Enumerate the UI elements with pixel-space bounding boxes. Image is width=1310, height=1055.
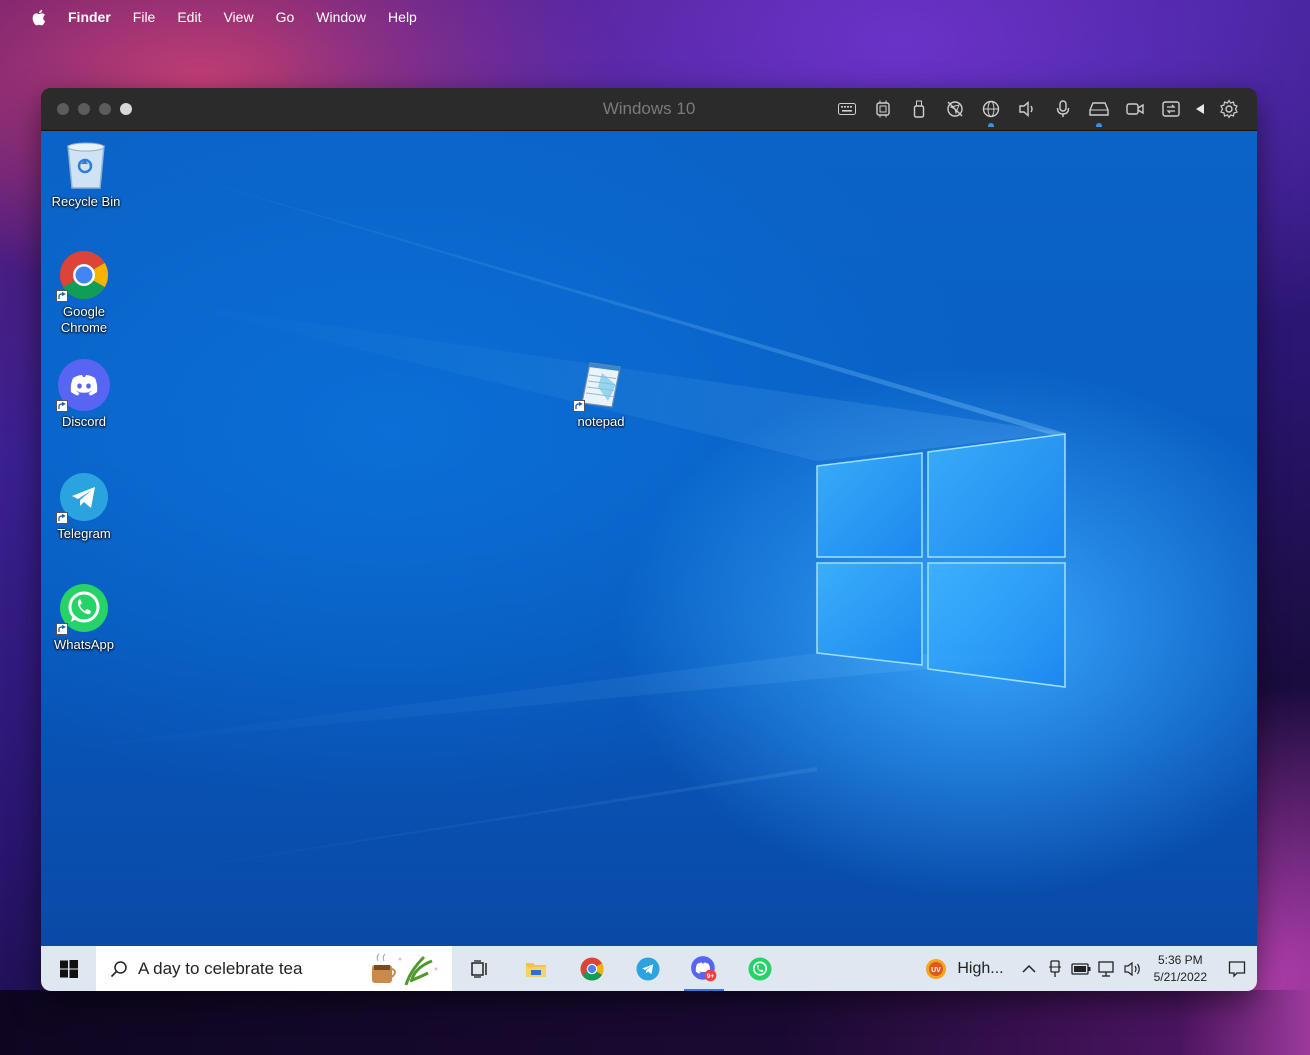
file-explorer-icon (526, 962, 546, 977)
desktop-icon-notepad[interactable]: notepad (556, 359, 646, 430)
collapse-arrow-icon[interactable] (1189, 97, 1211, 121)
weather-text: High... (957, 959, 1004, 977)
menu-edit[interactable]: Edit (177, 9, 201, 25)
whatsapp-taskbar-button[interactable] (732, 946, 788, 991)
desktop-icon-discord[interactable]: Discord (41, 359, 129, 430)
shortcut-arrow-icon (56, 290, 68, 302)
windows-taskbar: A day to celebrate tea 9+ UV High... 5:3… (41, 946, 1257, 991)
notification-icon (1228, 960, 1246, 978)
telegram-taskbar-button[interactable] (620, 946, 676, 991)
show-hidden-icons-chevron-up-icon[interactable] (1018, 946, 1040, 991)
menu-window[interactable]: Window (316, 9, 366, 25)
search-icon (110, 960, 127, 977)
windows-desktop[interactable]: Recycle Bin Google Chrome Discord Telegr… (41, 131, 1257, 946)
speaker-icon[interactable] (1009, 97, 1045, 121)
notepad-icon (573, 359, 627, 412)
vm-titlebar[interactable]: Windows 10 (41, 88, 1257, 131)
desktop-icon-label: notepad (577, 414, 625, 429)
mac-menubar: Finder File Edit View Go Window Help (0, 0, 1310, 34)
settings-icon[interactable] (1211, 97, 1247, 121)
taskbar-clock[interactable]: 5:36 PM 5/21/2022 (1154, 952, 1207, 986)
shortcut-arrow-icon (56, 512, 68, 524)
menubar-app-name[interactable]: Finder (68, 9, 111, 25)
telegram-icon (56, 471, 110, 524)
microphone-icon[interactable] (1045, 97, 1081, 121)
tea-highlight-icon (372, 953, 438, 986)
discord-badge: 9+ (707, 972, 715, 979)
vm-toolbar (829, 97, 1247, 127)
task-view-button[interactable] (452, 946, 508, 991)
discord-taskbar-button[interactable]: 9+ (676, 946, 732, 991)
camera-icon[interactable] (1117, 97, 1153, 121)
recycle-bin-icon (60, 139, 112, 191)
desktop-icon-whatsapp[interactable]: WhatsApp (41, 582, 129, 653)
taskbar-search-box[interactable]: A day to celebrate tea (96, 946, 452, 991)
start-button[interactable] (41, 946, 96, 991)
system-tray: UV High... 5:36 PM 5/21/2022 (925, 946, 1257, 991)
mac-desktop-bottom (0, 990, 1310, 1055)
action-center-button[interactable] (1217, 946, 1257, 991)
desktop-icon-telegram[interactable]: Telegram (41, 471, 129, 542)
menu-go[interactable]: Go (276, 9, 295, 25)
desktop-icon-chrome[interactable]: Google Chrome (41, 249, 129, 336)
desktop-icon-label: Discord (61, 414, 107, 429)
battery-icon[interactable] (1070, 946, 1092, 991)
desktop-icon-label: Google Chrome (60, 304, 108, 335)
discord-icon: 9+ (691, 955, 717, 981)
usb-icon[interactable] (901, 97, 937, 121)
clock-date: 5/21/2022 (1153, 969, 1207, 984)
windows-wallpaper-logo (41, 151, 1066, 891)
chrome-icon (580, 956, 604, 981)
desktop-icon-label: Telegram (57, 526, 111, 541)
desktop-icon-recycle-bin[interactable]: Recycle Bin (41, 139, 131, 210)
volume-icon[interactable] (1122, 946, 1144, 991)
menu-help[interactable]: Help (388, 9, 417, 25)
search-placeholder: A day to celebrate tea (138, 958, 303, 978)
weather-widget[interactable]: UV High... (925, 958, 1004, 980)
location-off-icon[interactable] (937, 97, 973, 121)
whatsapp-icon (748, 956, 772, 981)
shortcut-arrow-icon (56, 623, 68, 635)
file-explorer-button[interactable] (508, 946, 564, 991)
shortcut-arrow-icon (56, 400, 68, 412)
desktop-icon-label: Recycle Bin (51, 194, 121, 209)
uv-index-icon: UV (926, 958, 947, 979)
pen-workspace-icon[interactable] (1044, 946, 1066, 991)
share-icon[interactable] (1153, 97, 1189, 121)
apple-menu-icon[interactable] (30, 8, 46, 26)
cpu-icon[interactable] (865, 97, 901, 121)
clock-time: 5:36 PM (1157, 952, 1203, 967)
chrome-icon (56, 249, 110, 302)
disk-icon[interactable] (1081, 97, 1117, 127)
discord-icon (56, 359, 110, 412)
vm-window: Windows 10 Recycle Bin Google Chrome Dis… (41, 88, 1257, 991)
shortcut-arrow-icon (573, 400, 585, 412)
task-view-icon (471, 959, 487, 978)
network-icon[interactable] (973, 97, 1009, 127)
desktop-icon-label: WhatsApp (54, 637, 114, 652)
keyboard-icon[interactable] (829, 97, 865, 121)
menu-view[interactable]: View (223, 9, 253, 25)
menu-file[interactable]: File (133, 9, 156, 25)
whatsapp-icon (56, 582, 110, 635)
uv-label: UV (931, 967, 941, 974)
network-status-icon[interactable] (1096, 946, 1118, 991)
telegram-icon (636, 956, 660, 981)
chrome-taskbar-button[interactable] (564, 946, 620, 991)
windows-logo-icon (59, 959, 78, 978)
